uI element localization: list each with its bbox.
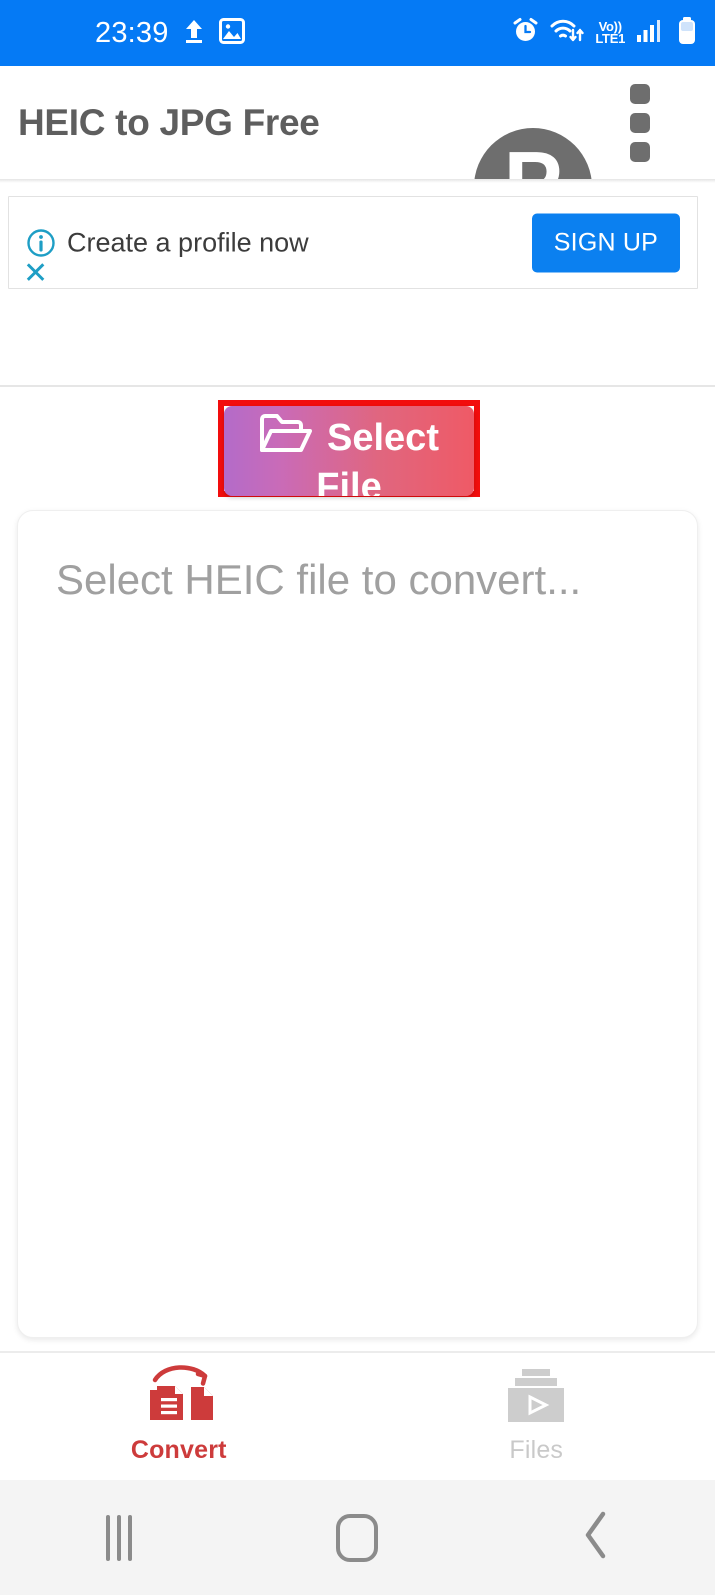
recents-icon	[106, 1514, 133, 1561]
ad-text: Create a profile now	[67, 227, 309, 257]
app-bar-shadow	[0, 179, 715, 183]
back-button[interactable]	[477, 1509, 715, 1566]
select-file-region: Select File	[0, 390, 715, 508]
wifi-icon	[550, 17, 585, 49]
status-bar-left: 23:39	[95, 17, 245, 50]
home-icon	[336, 1513, 379, 1562]
volte-icon: Vo)) LTE1	[595, 18, 625, 46]
placeholder-text: Select HEIC file to convert...	[56, 556, 582, 603]
close-icon[interactable]: ✕	[23, 259, 48, 289]
app-bar: HEIC to JPG Free P	[0, 66, 715, 179]
tab-files[interactable]: Files	[358, 1353, 715, 1480]
recents-button[interactable]	[0, 1514, 238, 1561]
home-button[interactable]	[238, 1513, 476, 1562]
signal-icon	[636, 17, 666, 49]
page-title: HEIC to JPG Free	[18, 101, 320, 143]
sign-up-button[interactable]: SIGN UP	[531, 213, 680, 272]
tab-convert-label: Convert	[130, 1436, 227, 1464]
select-file-label: Select	[327, 417, 439, 459]
upload-icon	[182, 17, 206, 50]
avatar-letter: P	[504, 139, 563, 180]
avatar[interactable]: P	[474, 128, 592, 179]
status-bar-right: Vo)) LTE1	[512, 16, 697, 50]
section-divider	[0, 385, 715, 387]
status-bar: 23:39 Vo)) LTE1	[0, 0, 715, 66]
tab-files-label: Files	[509, 1436, 564, 1464]
select-file-button[interactable]: Select File	[224, 406, 474, 496]
select-file-label-2: File	[316, 465, 382, 496]
files-stack-icon	[500, 1361, 572, 1427]
bottom-tab-bar: Convert Files	[0, 1353, 715, 1480]
battery-icon	[677, 16, 697, 50]
ad-region: ✕ Create a profile now SIGN UP	[0, 185, 715, 388]
overflow-menu-icon[interactable]	[630, 83, 650, 162]
convert-documents-icon	[141, 1361, 217, 1427]
image-icon	[218, 17, 245, 49]
android-nav-bar	[0, 1480, 715, 1595]
file-drop-card[interactable]: Select HEIC file to convert...	[17, 510, 698, 1338]
folder-open-icon	[259, 412, 313, 465]
alarm-icon	[512, 17, 539, 49]
tab-convert[interactable]: Convert	[0, 1353, 358, 1480]
clock: 23:39	[95, 16, 169, 49]
back-icon	[580, 1509, 612, 1566]
ad-banner[interactable]: ✕ Create a profile now SIGN UP	[8, 196, 698, 289]
app-screen: 23:39 Vo)) LTE1 HEIC to JPG Free ✕ Creat…	[0, 0, 715, 1595]
